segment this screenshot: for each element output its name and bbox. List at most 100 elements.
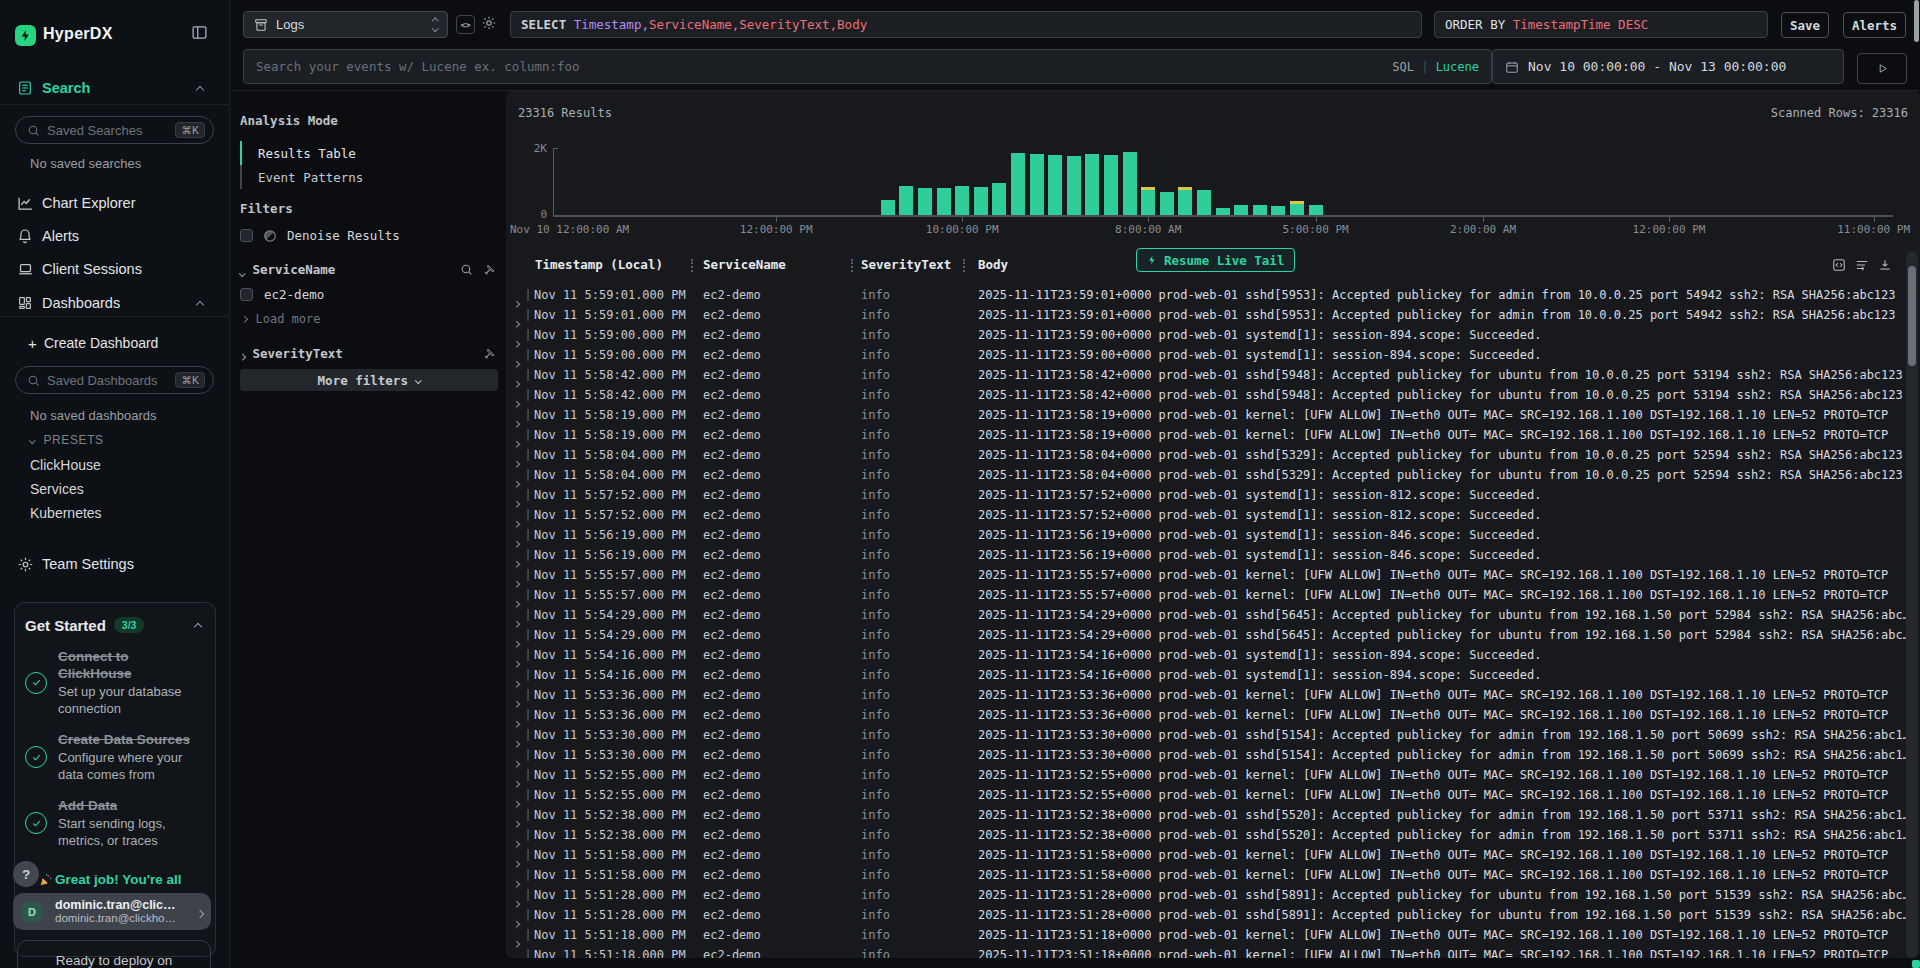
saved-searches-input[interactable]: Saved Searches ⌘K [15, 116, 214, 144]
col-servicename[interactable]: ServiceName [703, 257, 786, 272]
table-row[interactable]: Nov 11 5:59:00.000 PM ec2-demo info 2025… [506, 325, 1920, 345]
histogram-bar[interactable] [1197, 190, 1211, 215]
sidebar-item-chart-explorer[interactable]: Chart Explorer [0, 193, 230, 213]
table-row[interactable]: Nov 11 5:51:28.000 PM ec2-demo info 2025… [506, 885, 1920, 905]
pin-icon[interactable] [483, 263, 496, 276]
denoise-checkbox[interactable] [240, 229, 253, 242]
histogram-bar[interactable] [937, 188, 951, 215]
table-row[interactable]: Nov 11 5:58:04.000 PM ec2-demo info 2025… [506, 465, 1920, 485]
table-row[interactable]: Nov 11 5:59:01.000 PM ec2-demo info 2025… [506, 305, 1920, 325]
table-row[interactable]: Nov 11 5:59:01.000 PM ec2-demo info 2025… [506, 285, 1920, 305]
filter-value-ec2-demo[interactable]: ec2-demo [240, 287, 324, 302]
create-dashboard-button[interactable]: + Create Dashboard [0, 333, 230, 353]
table-row[interactable]: Nov 11 5:52:55.000 PM ec2-demo info 2025… [506, 765, 1920, 785]
histogram-bar[interactable] [1216, 208, 1230, 215]
sidebar-item-search[interactable]: Search [0, 78, 230, 98]
saved-dashboards-input[interactable]: Saved Dashboards ⌘K [15, 366, 214, 394]
scrollbar-thumb[interactable] [1908, 266, 1916, 366]
histogram-bar[interactable] [1104, 155, 1118, 215]
sidebar-item-client-sessions[interactable]: Client Sessions [0, 259, 230, 279]
source-select[interactable]: Logs [243, 11, 448, 38]
source-settings-gear-icon[interactable] [481, 15, 497, 31]
servicename-filter-group[interactable]: ServiceName [240, 260, 496, 279]
order-by-input[interactable]: ORDER BY TimestampTime DESC [1434, 11, 1768, 38]
histogram-bar[interactable] [918, 188, 932, 215]
mode-event-patterns[interactable]: Event Patterns [240, 165, 440, 189]
table-row[interactable]: Nov 11 5:58:19.000 PM ec2-demo info 2025… [506, 425, 1920, 445]
table-row[interactable]: Nov 11 5:52:38.000 PM ec2-demo info 2025… [506, 805, 1920, 825]
histogram-bar[interactable] [1290, 204, 1304, 215]
pin-icon[interactable] [483, 347, 496, 360]
get-started-item[interactable]: Add Data Start sending logs, metrics, or… [25, 797, 205, 849]
table-row[interactable]: Nov 11 5:53:30.000 PM ec2-demo info 2025… [506, 745, 1920, 765]
table-row[interactable]: Nov 11 5:58:42.000 PM ec2-demo info 2025… [506, 385, 1920, 405]
table-row[interactable]: Nov 11 5:54:16.000 PM ec2-demo info 2025… [506, 645, 1920, 665]
histogram-bar[interactable] [1085, 154, 1099, 215]
histogram-bar[interactable] [881, 200, 895, 215]
histogram-bar[interactable] [1234, 205, 1248, 215]
histogram-bar[interactable] [1309, 205, 1323, 215]
histogram-bar[interactable] [1141, 190, 1155, 215]
table-row[interactable]: Nov 11 5:51:58.000 PM ec2-demo info 2025… [506, 865, 1920, 885]
mode-results-table[interactable]: Results Table [240, 141, 440, 165]
search-icon[interactable] [460, 263, 473, 276]
save-button[interactable]: Save [1781, 12, 1829, 38]
preset-dashboard-item[interactable]: Services [30, 477, 102, 501]
histogram-bar[interactable] [955, 186, 969, 215]
table-row[interactable]: Nov 11 5:58:04.000 PM ec2-demo info 2025… [506, 445, 1920, 465]
ec2-demo-checkbox[interactable] [240, 288, 253, 301]
download-icon[interactable] [1878, 258, 1892, 272]
col-timestamp[interactable]: Timestamp (Local) [535, 257, 663, 272]
table-row[interactable]: Nov 11 5:56:19.000 PM ec2-demo info 2025… [506, 525, 1920, 545]
table-row[interactable]: Nov 11 5:54:16.000 PM ec2-demo info 2025… [506, 665, 1920, 685]
table-row[interactable]: Nov 11 5:51:58.000 PM ec2-demo info 2025… [506, 845, 1920, 865]
more-filters-button[interactable]: More filters [240, 369, 498, 391]
sidebar-item-team-settings[interactable]: Team Settings [0, 554, 230, 574]
code-view-icon[interactable] [1832, 258, 1846, 272]
histogram-bar[interactable] [1253, 205, 1267, 215]
lucene-search-input[interactable]: Search your events w/ Lucene ex. column:… [243, 49, 1492, 84]
table-row[interactable]: Nov 11 5:55:57.000 PM ec2-demo info 2025… [506, 565, 1920, 585]
table-row[interactable]: Nov 11 5:53:36.000 PM ec2-demo info 2025… [506, 705, 1920, 725]
col-body[interactable]: Body [978, 257, 1008, 272]
table-row[interactable]: Nov 11 5:54:29.000 PM ec2-demo info 2025… [506, 605, 1920, 625]
table-row[interactable]: Nov 11 5:59:00.000 PM ec2-demo info 2025… [506, 345, 1920, 365]
deploy-note[interactable]: Ready to deploy on [17, 940, 211, 968]
sql-mode-toggle[interactable]: SQL [1392, 60, 1414, 74]
help-button[interactable]: ? [13, 861, 39, 887]
get-started-item[interactable]: Connect to ClickHouse Set up your databa… [25, 648, 205, 717]
table-row[interactable]: Nov 11 5:57:52.000 PM ec2-demo info 2025… [506, 505, 1920, 525]
sidebar-collapse-icon[interactable] [191, 24, 208, 41]
table-row[interactable]: Nov 11 5:57:52.000 PM ec2-demo info 2025… [506, 485, 1920, 505]
sidebar-item-dashboards[interactable]: Dashboards [0, 293, 230, 313]
histogram-bar[interactable] [1178, 190, 1192, 215]
get-started-item[interactable]: Create Data Sources Configure where your… [25, 731, 205, 783]
time-range-input[interactable]: Nov 10 00:00:00 - Nov 13 00:00:00 [1492, 49, 1844, 84]
preset-dashboard-item[interactable]: ClickHouse [30, 453, 102, 477]
table-row[interactable]: Nov 11 5:51:18.000 PM ec2-demo info 2025… [506, 925, 1920, 945]
histogram-bar[interactable] [974, 187, 988, 215]
preset-dashboard-item[interactable]: Kubernetes [30, 501, 102, 525]
alerts-button[interactable]: Alerts [1843, 12, 1906, 38]
sidebar-item-alerts[interactable]: Alerts [0, 226, 230, 246]
load-more-button[interactable]: Load more [240, 312, 321, 326]
denoise-results-row[interactable]: Denoise Results [240, 228, 400, 243]
presets-section-toggle[interactable]: PRESETS [30, 433, 104, 447]
table-row[interactable]: Nov 11 5:55:57.000 PM ec2-demo info 2025… [506, 585, 1920, 605]
table-row[interactable]: Nov 11 5:58:42.000 PM ec2-demo info 2025… [506, 365, 1920, 385]
histogram-bar[interactable] [1271, 206, 1285, 215]
chevron-up-icon[interactable] [197, 79, 203, 97]
histogram-bar[interactable] [1067, 156, 1081, 215]
col-severitytext[interactable]: SeverityText [861, 257, 951, 272]
chevron-up-icon[interactable] [195, 616, 201, 634]
histogram-bar[interactable] [1011, 153, 1025, 215]
table-row[interactable]: Nov 11 5:51:18.000 PM ec2-demo info 2025… [506, 945, 1920, 958]
histogram-bar[interactable] [1123, 152, 1137, 215]
histogram-bar[interactable] [1030, 154, 1044, 215]
row-expand-chevron-icon[interactable] [514, 952, 519, 958]
lucene-mode-toggle[interactable]: Lucene [1436, 60, 1479, 74]
histogram-bar[interactable] [1048, 155, 1062, 215]
table-row[interactable]: Nov 11 5:56:19.000 PM ec2-demo info 2025… [506, 545, 1920, 565]
chevron-up-icon[interactable] [197, 294, 203, 312]
select-columns-input[interactable]: SELECT Timestamp, ServiceName,SeverityTe… [510, 11, 1422, 38]
